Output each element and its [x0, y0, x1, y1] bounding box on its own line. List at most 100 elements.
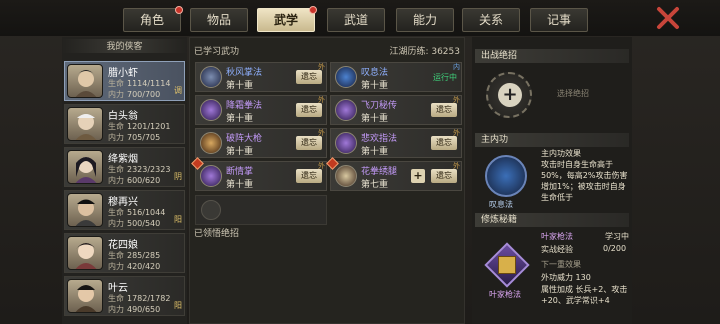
- forget-button[interactable]: 遗忘: [431, 169, 457, 183]
- upgrade-plus-button[interactable]: +: [411, 169, 425, 183]
- hero-card[interactable]: 穆再兴 生命 516/1044 内力 500/540 阳: [64, 190, 185, 230]
- exp-value: 0/200: [603, 244, 627, 253]
- main-internal-name: 叹息法: [489, 200, 513, 209]
- skill-slot[interactable]: 断情掌 第十重 遗忘 外: [191, 157, 327, 191]
- skill-icon: [335, 66, 357, 88]
- skill-icon: [200, 99, 222, 121]
- main-internal-box: 叹息法 主内功效果 攻击时自身生命高于50%，每高2%攻击伤害增加1%；被攻击时…: [475, 149, 629, 213]
- tab-wudao[interactable]: 武道: [327, 8, 385, 32]
- skill-slot[interactable]: 花拳绣腿 第七重 + 遗忘 外: [326, 157, 462, 191]
- skills-panel: 已学习武功 江湖历练: 36253 秋风掌法 第十重 遗忘 外 叹息法 第十重 …: [189, 37, 465, 324]
- skill-icon: [200, 165, 222, 187]
- skill-slot[interactable]: 降霜拳法 第十重 遗忘 外: [195, 95, 327, 125]
- tab-journal[interactable]: 记事: [530, 8, 588, 32]
- internal-skill-icon[interactable]: [485, 155, 527, 197]
- cultivation-book-name: 叶家枪法: [489, 290, 521, 299]
- hero-roster: 我的侠客 腊小虾 生命 1114/1114 内力 700/700 调 白头翁 生命 1…: [62, 37, 187, 324]
- forget-button[interactable]: 遗忘: [296, 136, 322, 150]
- tab-label: 武道: [343, 13, 368, 27]
- avatar: [67, 150, 103, 184]
- skill-name: 悲欢指法: [361, 134, 398, 144]
- cultivation-box: 叶家枪法 叶家枪法 学习中 实战经验 0/200 下一重效果 外功威力 130 …: [475, 227, 629, 324]
- close-icon[interactable]: [655, 5, 681, 31]
- hero-tag: 调: [174, 86, 182, 95]
- skill-name: 花拳绣腿: [361, 167, 398, 177]
- next-effect-line2: 属性加成 长兵+2、攻击+20、武学常识+4: [541, 285, 628, 305]
- main-internal-header: 主内功: [475, 133, 629, 147]
- skill-slot[interactable]: 秋风掌法 第十重 遗忘 外: [195, 62, 327, 92]
- hero-card[interactable]: 腊小虾 生命 1114/1114 内力 700/700 调: [64, 61, 185, 101]
- prestige-readout: 江湖历练: 36253: [389, 44, 460, 57]
- cultivation-skill-name: 叶家枪法: [541, 232, 573, 241]
- forget-button[interactable]: 遗忘: [296, 103, 322, 117]
- hp-label: 生命: [108, 165, 124, 174]
- hero-hp: 1201/1201: [127, 122, 171, 131]
- hero-name: 花四娘: [108, 240, 138, 251]
- ult-placeholder: 选择绝招: [557, 89, 589, 98]
- tab-abilities[interactable]: 能力: [396, 8, 454, 32]
- tab-label: 记事: [546, 13, 571, 27]
- skill-level: 第十重: [226, 147, 254, 157]
- hero-mp: 705/705: [127, 133, 161, 142]
- skill-type-badge: 外: [453, 162, 460, 170]
- tab-martial-arts[interactable]: 武学: [257, 6, 317, 32]
- skill-level: 第十重: [361, 114, 389, 124]
- tab-label: 关系: [478, 13, 503, 27]
- notification-dot: [309, 6, 317, 14]
- hero-hp: 1114/1114: [127, 79, 171, 88]
- main-effect-title: 主内功效果: [541, 149, 581, 158]
- mp-label: 内力: [108, 305, 124, 314]
- skill-level: 第十重: [226, 81, 254, 91]
- hero-mp: 490/650: [127, 305, 161, 314]
- prestige-value: 36253: [431, 47, 460, 57]
- hp-label: 生命: [108, 79, 124, 88]
- skill-level: 第十重: [361, 147, 389, 157]
- hero-card[interactable]: 白头翁 生命 1201/1201 内力 705/705: [64, 104, 185, 144]
- skill-slot[interactable]: 叹息法 第十重 运行中 内: [330, 62, 462, 92]
- hero-hp: 2323/2323: [127, 165, 171, 174]
- hero-name: 腊小虾: [108, 68, 138, 79]
- empty-slot-icon: [201, 200, 221, 220]
- next-effect-label: 下一重效果: [541, 260, 581, 269]
- ult-slot[interactable]: +: [486, 72, 532, 118]
- hero-mp: 500/540: [127, 219, 161, 228]
- hero-name: 穆再兴: [108, 197, 138, 208]
- mp-label: 内力: [108, 219, 124, 228]
- forget-button[interactable]: 遗忘: [296, 169, 322, 183]
- tab-relations[interactable]: 关系: [462, 8, 520, 32]
- empty-skill-slot[interactable]: [195, 195, 327, 225]
- mp-label: 内力: [108, 133, 124, 142]
- avatar: [67, 193, 103, 227]
- skill-type-badge: 外: [318, 96, 325, 104]
- tab-character[interactable]: 角色: [123, 6, 183, 32]
- mp-label: 内力: [108, 176, 124, 185]
- skill-name: 秋风掌法: [226, 68, 263, 78]
- skill-slot[interactable]: 悲欢指法 第十重 遗忘 外: [330, 128, 462, 158]
- add-icon: +: [498, 83, 522, 107]
- main-effect-text: 攻击时自身生命高于50%，每高2%攻击伤害增加1%；被攻击时自身生命低于: [541, 160, 628, 202]
- skill-name: 降霜拳法: [226, 101, 263, 111]
- tab-items[interactable]: 物品: [190, 8, 248, 32]
- hero-card[interactable]: 花四娘 生命 285/285 内力 420/420: [64, 233, 185, 273]
- skill-level: 第十重: [361, 81, 389, 91]
- skill-type-badge: 外: [318, 129, 325, 137]
- forget-button[interactable]: 遗忘: [431, 136, 457, 150]
- hero-tag: 阳: [174, 215, 182, 224]
- hero-card[interactable]: 叶云 生命 1782/1782 内力 490/650 阳: [64, 276, 185, 316]
- cultivation-status: 学习中: [605, 232, 629, 241]
- skill-slot[interactable]: 破阵大枪 第十重 遗忘 外: [195, 128, 327, 158]
- skill-name: 断情掌: [226, 167, 254, 177]
- book-icon[interactable]: [498, 256, 516, 274]
- enlightened-ults-label: 已领悟绝招: [194, 229, 240, 239]
- top-tab-bar: 角色 物品 武学 武道 能力 关系 记事: [0, 0, 720, 36]
- skill-icon: [335, 165, 357, 187]
- cultivation-header: 修炼秘籍: [475, 213, 629, 227]
- hero-card[interactable]: 绛紫烟 生命 2323/2323 内力 600/620 阴: [64, 147, 185, 187]
- forget-button[interactable]: 遗忘: [296, 70, 322, 84]
- skill-slot[interactable]: 飞刀秘传 第十重 遗忘 外: [330, 95, 462, 125]
- ult-selector[interactable]: + 选择绝招: [475, 64, 629, 128]
- roster-title: 我的侠客: [62, 39, 187, 53]
- skill-icon: [200, 66, 222, 88]
- hero-hp: 516/1044: [127, 208, 166, 217]
- forget-button[interactable]: 遗忘: [431, 103, 457, 117]
